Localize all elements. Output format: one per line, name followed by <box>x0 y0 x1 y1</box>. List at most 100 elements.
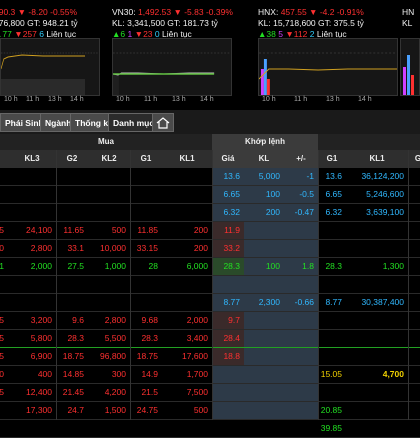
table-cell: 1.8 <box>302 261 314 271</box>
index-value: 457.55 ▼ -4.2 -0.91% <box>280 7 364 17</box>
index-name: HNX: <box>258 7 279 17</box>
column-header[interactable]: G2 <box>56 150 88 168</box>
table-row[interactable]: 1 2,000 27.5 1,000 28 6,000 28.3 100 1.8 28.3 1,30… <box>0 258 420 276</box>
index-name: HN <box>402 7 415 17</box>
column-header[interactable]: G1 <box>130 150 162 168</box>
column-divider <box>130 150 131 420</box>
table-cell <box>244 240 284 257</box>
table-cell <box>346 240 408 257</box>
table-cell <box>244 402 284 419</box>
table-cell: 96,800 <box>100 351 126 361</box>
table-cell: 9.7 <box>212 312 244 329</box>
table-cell <box>284 366 318 383</box>
table-cell <box>130 204 162 221</box>
column-header[interactable]: KL <box>244 150 284 168</box>
table-cell <box>408 348 420 365</box>
tab-bar: Phái Sinh Ngành Thống kê Danh mục <box>0 110 420 135</box>
table-cell: 4,700 <box>382 369 404 379</box>
table-cell <box>212 402 244 419</box>
table-cell: 13.6 <box>223 171 240 181</box>
column-header[interactable]: +/- <box>284 150 318 168</box>
buy-group-header: Mua <box>98 137 114 146</box>
table-row[interactable]: 5 6,900 18.75 96,800 18.75 17,600 18.8 <box>0 348 420 366</box>
table-cell: 5 <box>0 351 4 361</box>
table-cell <box>88 204 130 221</box>
table-row[interactable]: 0 2,800 33.1 10,000 33.15 200 33.2 <box>0 240 420 258</box>
column-header[interactable]: Giá <box>212 150 244 168</box>
column-header[interactable]: KL2 <box>88 150 130 168</box>
table-cell: 3,200 <box>30 315 52 325</box>
column-header[interactable]: KL1 <box>162 150 212 168</box>
table-cell <box>284 240 318 257</box>
table-cell <box>346 348 408 365</box>
column-header[interactable]: G <box>408 150 420 168</box>
table-cell: 10,000 <box>100 243 126 253</box>
table-cell <box>212 420 244 437</box>
table-cell <box>318 276 346 293</box>
table-cell: 5,500 <box>104 333 126 343</box>
column-header[interactable]: KL1 <box>346 150 408 168</box>
price-board-body: 13.6 5,000 -1 13.6 36,124,200 6.65 100 -0.5 6.65… <box>0 168 420 438</box>
table-cell: 6.65 <box>325 189 342 199</box>
table-row[interactable]: 6.65 100 -0.5 6.65 5,246,600 <box>0 186 420 204</box>
time-tick: 13 h <box>172 96 186 103</box>
index-volume: KL: 15,718,600 GT: 375.5 tỷ <box>258 18 364 28</box>
table-row[interactable]: 8.77 2,300 -0.66 8.77 30,387,400 <box>0 294 420 312</box>
table-cell <box>408 276 420 293</box>
index-value: 490.3 ▼ -8.20 -0.55% <box>0 7 78 17</box>
table-row[interactable]: 5 3,200 9.6 2,800 9.68 2,000 9.7 <box>0 312 420 330</box>
table-row[interactable]: 5 12,400 21.45 4,200 21.5 7,500 <box>0 384 420 402</box>
table-cell <box>0 294 8 311</box>
table-cell <box>284 420 318 437</box>
table-cell <box>162 294 212 311</box>
table-cell: 2,000 <box>186 315 208 325</box>
table-cell <box>244 384 284 401</box>
table-cell <box>244 348 284 365</box>
time-tick: 11 h <box>144 96 158 103</box>
time-tick: 13 h <box>48 96 62 103</box>
table-cell: 2,800 <box>104 315 126 325</box>
table-column-header: KL3 G2 KL2 G1 KL1 Giá KL +/- G1 KL1 G <box>0 150 420 168</box>
table-cell: 5 <box>0 333 4 343</box>
table-cell <box>318 384 346 401</box>
table-cell: 5,246,600 <box>366 189 404 199</box>
table-row[interactable]: 13.6 5,000 -1 13.6 36,124,200 <box>0 168 420 186</box>
table-cell <box>88 420 130 437</box>
table-cell: 17,600 <box>182 351 208 361</box>
table-row[interactable]: 5 24,100 11.65 500 11.85 200 11.9 <box>0 222 420 240</box>
table-cell: 28.4 <box>212 330 244 347</box>
time-tick: 10 h <box>4 96 18 103</box>
table-cell <box>56 294 88 311</box>
table-cell <box>56 186 88 203</box>
home-icon[interactable] <box>152 113 174 132</box>
time-tick: 13 h <box>326 96 340 103</box>
table-cell <box>346 402 408 419</box>
table-cell <box>130 294 162 311</box>
column-header[interactable]: KL3 <box>8 150 56 168</box>
table-cell <box>88 186 130 203</box>
table-cell: 9.68 <box>141 315 158 325</box>
table-row[interactable]: 17,300 24.7 1,500 24.75 500 20.85 <box>0 402 420 420</box>
table-cell: -0.66 <box>294 297 314 307</box>
table-cell: 24.7 <box>67 405 84 415</box>
table-row[interactable]: 5 5,800 28.3 5,500 28.3 3,400 28.4 <box>0 330 420 348</box>
table-row[interactable]: 0 400 14.85 300 14.9 1,700 15.05 4,700 <box>0 366 420 384</box>
table-cell: 21.45 <box>62 387 84 397</box>
table-row[interactable]: 6.32 200 -0.47 6.32 3,639,100 <box>0 204 420 222</box>
table-cell <box>88 294 130 311</box>
table-row[interactable]: 39.85 <box>0 420 420 438</box>
table-cell <box>408 186 420 203</box>
table-row[interactable] <box>0 276 420 294</box>
table-cell: 30,387,400 <box>361 297 404 307</box>
table-cell <box>244 330 284 347</box>
index-volume: KL <box>402 18 413 28</box>
table-cell <box>8 204 56 221</box>
table-cell <box>8 420 56 437</box>
table-cell <box>244 420 284 437</box>
column-header[interactable]: G1 <box>318 150 346 168</box>
table-cell: 18.75 <box>136 351 158 361</box>
column-header[interactable] <box>0 150 8 168</box>
table-cell: -0.47 <box>294 207 314 217</box>
table-cell: 33.2 <box>212 240 244 257</box>
table-cell: 6.65 <box>223 189 240 199</box>
